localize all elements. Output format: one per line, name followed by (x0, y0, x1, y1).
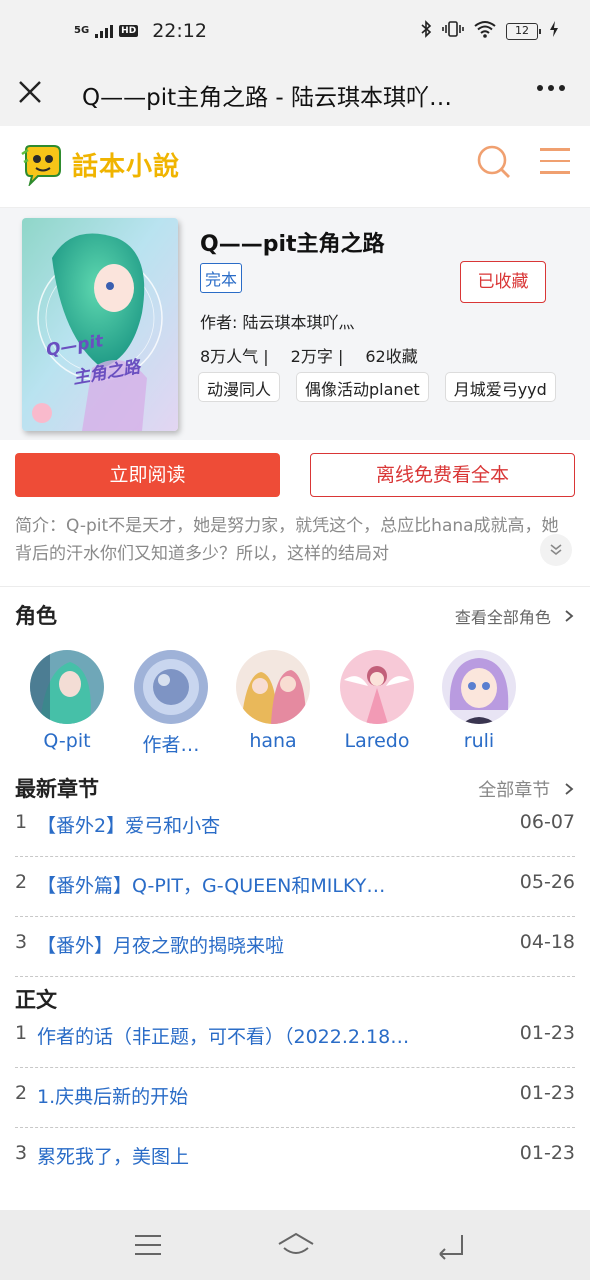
popularity: 8万人气 | (200, 347, 269, 366)
window-title: Q——pit主角之路 - 陆云琪本琪吖… (82, 85, 453, 111)
chapter-number: 2 (15, 871, 28, 893)
site-logo[interactable]: 話本小說 (20, 142, 181, 188)
role-name: 作者… (142, 734, 200, 756)
role-item[interactable]: Laredo (340, 650, 414, 752)
network-type: 5G (74, 25, 90, 36)
avatar (442, 650, 516, 724)
chapter-number: 1 (15, 1022, 28, 1044)
chapter-title: 作者的话（非正题，可不看）（2022.2.18… (37, 1026, 410, 1048)
home-icon (278, 1232, 314, 1254)
site-header: 話本小說 (0, 126, 590, 208)
tag-item[interactable]: 偶像活动planet (296, 372, 429, 402)
signal-icon (95, 24, 114, 38)
chapter-title: 【番外】月夜之歌的揭晓来啦 (37, 935, 285, 957)
role-name: hana (249, 730, 297, 752)
tag-item[interactable]: 动漫同人 (198, 372, 281, 402)
chapter-row[interactable]: 1 作者的话（非正题，可不看）（2022.2.18… 01-23 (15, 1008, 575, 1068)
more-options-button[interactable] (536, 72, 566, 111)
chapter-date: 05-26 (519, 871, 575, 893)
clock: 22:12 (152, 20, 207, 42)
recent-apps-button[interactable] (132, 1230, 164, 1260)
menu-button[interactable] (540, 148, 570, 176)
chapter-title: 累死我了，美图上 (37, 1146, 190, 1168)
tag-list: 动漫同人 偶像活动planet 月城爱弓yyd (198, 372, 568, 402)
chapter-row[interactable]: 2 1.庆典后新的开始 01-23 (15, 1068, 575, 1128)
roles-heading: 角色 (15, 604, 57, 628)
view-all-roles-label: 查看全部角色 (454, 608, 551, 627)
role-name: Laredo (344, 730, 410, 752)
divider (0, 586, 590, 587)
wifi-icon (474, 20, 496, 42)
view-all-roles-link[interactable]: 查看全部角色 (455, 604, 574, 628)
offline-read-button[interactable]: 离线免费看全本 (310, 453, 575, 497)
close-button[interactable] (14, 76, 46, 108)
back-icon (439, 1235, 463, 1260)
double-chevron-down-icon (550, 544, 562, 556)
chapter-title: 【番外2】爱弓和小杏 (37, 815, 221, 837)
book-intro: 简介：Q-pit不是天才，她是努力家，就凭这个，总应比hana成就高，她背后的汗… (15, 516, 559, 564)
chapter-title: 1.庆典后新的开始 (37, 1086, 189, 1108)
role-list: Q-pit 作者… hana Laredo ruli (30, 650, 570, 760)
search-icon (477, 145, 510, 178)
hd-badge: HD (119, 25, 139, 37)
chapter-date: 01-23 (519, 1022, 575, 1044)
chapter-number: 1 (15, 811, 28, 833)
avatar (340, 650, 414, 724)
read-now-button[interactable]: 立即阅读 (15, 453, 280, 497)
back-button[interactable] (434, 1230, 466, 1260)
more-icon (537, 85, 565, 91)
book-stats: 8万人气 | 2万字 | 62收藏 (200, 343, 418, 367)
chapter-title: 【番外篇】Q-PIT，G-QUEEN和MILKY… (37, 875, 386, 897)
author-line[interactable]: 作者: 陆云琪本琪吖灬 (200, 309, 354, 333)
chapter-date: 01-23 (519, 1142, 575, 1164)
battery-icon: 12 (506, 22, 541, 40)
role-item[interactable]: hana (236, 650, 310, 752)
close-icon (19, 81, 41, 103)
role-name: Q-pit (43, 730, 91, 752)
word-count: 2万字 | (290, 347, 344, 366)
menu-icon (540, 148, 570, 174)
expand-intro-button[interactable] (540, 534, 572, 566)
collect-button[interactable]: 已收藏 (460, 261, 546, 303)
action-row: 立即阅读 离线免费看全本 (15, 453, 575, 497)
book-cover[interactable]: Q—pit 主角之路 (22, 218, 178, 431)
role-name: ruli (463, 730, 495, 752)
status-left: 5G HD 22:12 (74, 20, 207, 42)
tag-item[interactable]: 月城爱弓yyd (444, 372, 556, 402)
avatar (236, 650, 310, 724)
charging-icon (548, 20, 560, 42)
avatar (134, 650, 208, 724)
role-item[interactable]: 作者… (134, 650, 208, 757)
home-button[interactable] (276, 1230, 316, 1260)
chapter-row[interactable]: 3 累死我了，美图上 01-23 (15, 1128, 575, 1188)
chapter-date: 06-07 (519, 811, 575, 833)
bluetooth-icon (420, 20, 432, 42)
chevron-right-icon (565, 610, 574, 622)
book-title: Q——pit主角之路 (200, 232, 385, 257)
chevron-right-icon (565, 783, 574, 795)
chapter-number: 3 (15, 1142, 28, 1164)
chapter-number: 2 (15, 1082, 28, 1104)
chapter-date: 01-23 (519, 1082, 575, 1104)
status-badge: 完本 (200, 263, 243, 293)
status-right: 12 (420, 20, 560, 42)
logo-text: 話本小說 (72, 151, 181, 182)
status-bar: 5G HD 22:12 12 (0, 0, 590, 62)
avatar (30, 650, 104, 724)
vibrate-icon (442, 20, 464, 42)
logo-icon (20, 142, 64, 188)
chapter-row[interactable]: 1 【番外2】爱弓和小杏 06-07 (15, 797, 575, 857)
chapter-date: 04-18 (519, 931, 575, 953)
role-item[interactable]: Q-pit (30, 650, 104, 752)
role-item[interactable]: ruli (442, 650, 516, 752)
collect-count: 62收藏 (365, 347, 418, 366)
chapter-row[interactable]: 3 【番外】月夜之歌的揭晓来啦 04-18 (15, 917, 575, 977)
search-button[interactable] (476, 144, 512, 180)
system-nav-bar (0, 1210, 590, 1280)
chapter-number: 3 (15, 931, 28, 953)
menu-lines-icon (135, 1235, 161, 1255)
book-info: Q—pit 主角之路 Q——pit主角之路 完本 已收藏 作者: 陆云琪本琪吖灬… (0, 208, 590, 440)
browser-title-bar: Q——pit主角之路 - 陆云琪本琪吖… (0, 62, 590, 126)
chapter-row[interactable]: 2 【番外篇】Q-PIT，G-QUEEN和MILKY… 05-26 (15, 857, 575, 917)
